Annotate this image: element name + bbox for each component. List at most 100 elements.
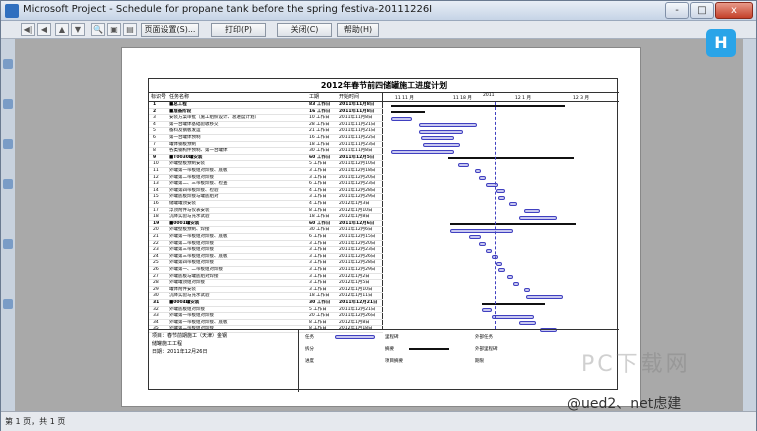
summary-bar[interactable]: [481, 302, 545, 305]
task-row[interactable]: 6 第一台罐体预制 16 工作日 2011年11月22日: [149, 135, 383, 142]
maximize-button[interactable]: □: [690, 2, 714, 19]
page-up-icon[interactable]: ▲: [55, 23, 69, 36]
one-page-icon[interactable]: ▣: [107, 23, 121, 36]
page-down-icon[interactable]: ▼: [71, 23, 85, 36]
task-bar[interactable]: [468, 235, 482, 240]
summary-bar[interactable]: [450, 223, 576, 226]
task-row[interactable]: 22 外罐第二带板组对焊接 3 工作日 2011年12月20日: [149, 241, 383, 248]
task-row[interactable]: 18 沉降实验与充水试验 18 工作日 2012年1月8日: [149, 214, 383, 221]
task-bar[interactable]: [391, 149, 455, 154]
task-name: 外罐第二带板组对焊接: [169, 240, 214, 246]
task-name: 外罐第二、三带板焊接、检查: [169, 181, 228, 187]
task-row[interactable]: 9 ■T0030罐安装 60 工作日 2011年12月5日: [149, 155, 383, 162]
first-page-icon[interactable]: ◀|: [21, 23, 35, 36]
task-bar[interactable]: [525, 294, 564, 299]
task-start: 2011年11月21日: [339, 128, 376, 134]
task-bar[interactable]: [496, 261, 503, 266]
task-id: 23: [153, 247, 159, 253]
task-row[interactable]: 8 各类钢构件预制、第一台罐体 30 工作日 2011年11月8日: [149, 148, 383, 155]
task-row[interactable]: 14 外罐第四带板焊接、检验 4 工作日 2011年12月28日: [149, 188, 383, 195]
zoom-icon[interactable]: 🔍: [91, 23, 105, 36]
task-row[interactable]: 21 外罐第一带板组对焊接、底板 6 工作日 2011年12月15日: [149, 234, 383, 241]
task-row[interactable]: 24 外罐第三带板组对焊接、底板 3 工作日 2011年12月26日: [149, 254, 383, 261]
prev-page-icon[interactable]: ◀: [37, 23, 51, 36]
task-row[interactable]: 16 储罐罐顶安装 4 工作日 2012年1月3日: [149, 201, 383, 208]
summary-bar[interactable]: [447, 157, 574, 160]
task-bar[interactable]: [420, 136, 455, 141]
task-row[interactable]: 1 ■总工程 83 工作日 2011年11月8日: [149, 102, 383, 109]
task-bar[interactable]: [450, 228, 513, 233]
task-row[interactable]: 20 外罐壁板预制、焊接 30 工作日 2011年12月6日: [149, 227, 383, 234]
task-row[interactable]: 30 沉降实验与充水试验 18 工作日 2012年1月11日: [149, 293, 383, 300]
help-button[interactable]: 帮助(H): [337, 23, 379, 37]
task-bar[interactable]: [498, 195, 505, 200]
task-row[interactable]: 34 外罐第一带板组对焊接、底板 8 工作日 2012年1月8日: [149, 320, 383, 327]
task-duration: 3 工作日: [309, 260, 327, 266]
task-row[interactable]: 19 ■0001罐安装 60 工作日 2011年12月6日: [149, 221, 383, 228]
task-bar[interactable]: [418, 123, 478, 128]
task-bar[interactable]: [508, 202, 518, 207]
task-bar[interactable]: [519, 215, 558, 220]
task-name: 沉降实验与充水试验: [169, 214, 210, 220]
summary-bar[interactable]: [391, 104, 566, 107]
task-row[interactable]: 3 安装方案审批（施工组织设计、总进度计划） 10 工作日 2011年11月8日: [149, 115, 383, 122]
task-bar[interactable]: [418, 129, 463, 134]
task-bar[interactable]: [519, 321, 537, 326]
task-bar[interactable]: [513, 281, 520, 286]
task-duration: 83 工作日: [309, 102, 331, 107]
task-name: 外罐第一带板组对焊接、底板: [169, 234, 228, 239]
multi-page-icon[interactable]: ▤: [123, 23, 137, 36]
task-row[interactable]: 15 外罐底板焊接与罐底组对 3 工作日 2011年12月29日: [149, 194, 383, 201]
task-row[interactable]: 17 浮顶附件与仪表安装 8 工作日 2012年1月10日: [149, 208, 383, 215]
close-preview-button[interactable]: 关闭(C): [277, 23, 332, 37]
task-row[interactable]: 29 罐体附件安装 3 工作日 2012年1月10日: [149, 287, 383, 294]
task-bar[interactable]: [492, 314, 534, 319]
task-row[interactable]: 7 罐体钢板预制 18 工作日 2011年11月23日: [149, 142, 383, 149]
task-row[interactable]: 23 外罐第三带板组对焊接 3 工作日 2011年12月23日: [149, 247, 383, 254]
task-row[interactable]: 11 外罐第一带板组对焊接、底板 3 工作日 2011年12月18日: [149, 168, 383, 175]
task-row[interactable]: 33 外罐第一带板组对焊接 20 工作日 2011年12月26日: [149, 313, 383, 320]
task-bar[interactable]: [498, 268, 505, 273]
legend-area: 项目：春节前期施工（天津）金钢 储罐施工工程 日期：2011年12月26日 任务…: [149, 329, 619, 392]
task-bar[interactable]: [458, 162, 469, 167]
task-row[interactable]: 27 外罐底板与罐底组对焊接 3 工作日 2012年1月2日: [149, 274, 383, 281]
task-bar[interactable]: [422, 142, 461, 147]
task-row[interactable]: 25 外罐第四带板组对焊接 3 工作日 2011年12月28日: [149, 260, 383, 267]
task-row[interactable]: 13 外罐第二、三带板焊接、检查 6 工作日 2011年12月23日: [149, 181, 383, 188]
task-start: 2011年12月10日: [339, 161, 376, 167]
task-bar[interactable]: [523, 288, 530, 293]
task-row[interactable]: 4 第一台罐体基础验收移交 28 工作日 2011年11月21日: [149, 122, 383, 129]
gantt-chart: 11 11 月 11 18 月 2011 12 1 月 12 3 月: [383, 93, 619, 332]
task-row[interactable]: 26 外罐第一、二带板组对焊接 3 工作日 2011年12月29日: [149, 267, 383, 274]
task-bar[interactable]: [481, 307, 492, 312]
minimize-button[interactable]: -: [665, 2, 689, 19]
close-button[interactable]: x: [715, 2, 753, 19]
print-button[interactable]: 打印(P): [211, 23, 266, 37]
task-start: 2012年1月8日: [339, 214, 370, 220]
task-row[interactable]: 5 备料及钢板发运 21 工作日 2011年11月21日: [149, 128, 383, 135]
task-bar[interactable]: [523, 208, 541, 213]
task-bar[interactable]: [485, 248, 492, 253]
task-bar[interactable]: [479, 175, 486, 180]
task-bar[interactable]: [506, 274, 513, 279]
task-row[interactable]: 28 外罐罐顶组对焊接 3 工作日 2012年1月5日: [149, 280, 383, 287]
page-setup-button[interactable]: 页面设置(S)...: [141, 23, 199, 37]
task-row[interactable]: 31 ■0004罐安装 30 工作日 2011年12月21日: [149, 300, 383, 307]
task-row[interactable]: 32 外罐底板组对焊接 5 工作日 2011年12月21日: [149, 307, 383, 314]
task-bar[interactable]: [391, 116, 413, 121]
task-bar[interactable]: [479, 241, 486, 246]
title-bar: Microsoft Project - Schedule for propane…: [1, 1, 756, 21]
task-bar[interactable]: [485, 182, 499, 187]
task-name: 外罐壁板预制、焊接: [169, 227, 210, 233]
task-row[interactable]: 10 外罐壁板预制安装 5 工作日 2011年12月10日: [149, 161, 383, 168]
task-duration: 30 工作日: [309, 300, 331, 305]
task-row[interactable]: 12 外罐第二带板组对焊接 3 工作日 2011年12月20日: [149, 175, 383, 182]
task-name: ■0001罐安装: [169, 220, 200, 226]
task-bar[interactable]: [496, 189, 505, 194]
task-start: 2011年12月21日: [339, 306, 376, 312]
task-id: 32: [153, 306, 159, 312]
task-bar[interactable]: [475, 169, 482, 174]
task-row[interactable]: 2 ■准备阶段 16 工作日 2011年11月8日: [149, 109, 383, 116]
summary-bar[interactable]: [391, 111, 425, 114]
floating-h-button[interactable]: H: [706, 29, 736, 57]
